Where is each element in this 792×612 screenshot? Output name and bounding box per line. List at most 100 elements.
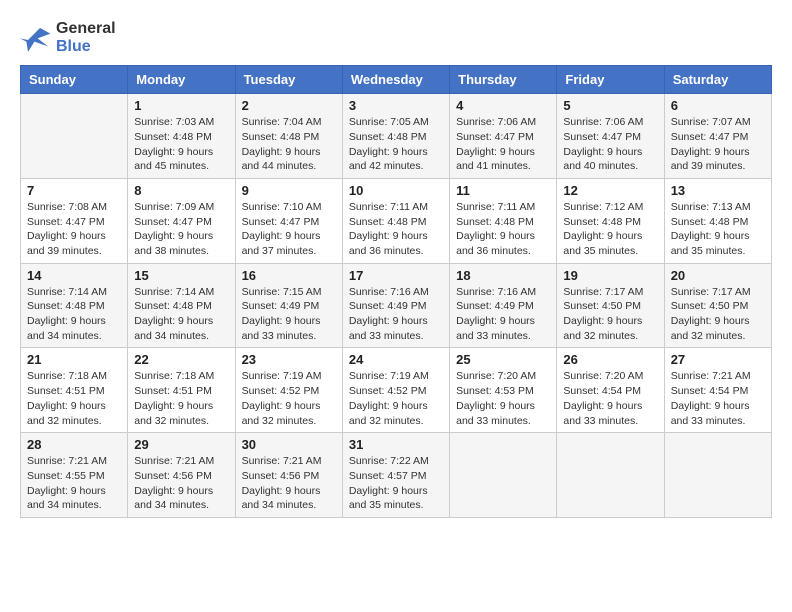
day-number: 12 (563, 183, 657, 198)
column-header-thursday: Thursday (450, 66, 557, 94)
calendar-cell (21, 94, 128, 179)
day-info: Sunrise: 7:15 AM Sunset: 4:49 PM Dayligh… (242, 285, 336, 344)
day-info: Sunrise: 7:16 AM Sunset: 4:49 PM Dayligh… (456, 285, 550, 344)
logo: General Blue (20, 20, 116, 55)
day-info: Sunrise: 7:03 AM Sunset: 4:48 PM Dayligh… (134, 115, 228, 174)
day-number: 11 (456, 183, 550, 198)
day-number: 15 (134, 268, 228, 283)
day-number: 3 (349, 98, 443, 113)
day-info: Sunrise: 7:14 AM Sunset: 4:48 PM Dayligh… (134, 285, 228, 344)
day-info: Sunrise: 7:11 AM Sunset: 4:48 PM Dayligh… (456, 200, 550, 259)
calendar-cell: 10 Sunrise: 7:11 AM Sunset: 4:48 PM Dayli… (342, 178, 449, 263)
day-info: Sunrise: 7:07 AM Sunset: 4:47 PM Dayligh… (671, 115, 765, 174)
logo-text: General Blue (56, 20, 116, 55)
day-info: Sunrise: 7:19 AM Sunset: 4:52 PM Dayligh… (242, 369, 336, 428)
column-header-monday: Monday (128, 66, 235, 94)
day-number: 29 (134, 437, 228, 452)
day-number: 9 (242, 183, 336, 198)
calendar-table: SundayMondayTuesdayWednesdayThursdayFrid… (20, 65, 772, 518)
day-info: Sunrise: 7:14 AM Sunset: 4:48 PM Dayligh… (27, 285, 121, 344)
day-number: 26 (563, 352, 657, 367)
week-row-2: 7Sunrise: 7:08 AM Sunset: 4:47 PM Daylig… (21, 178, 772, 263)
day-info: Sunrise: 7:21 AM Sunset: 4:55 PM Dayligh… (27, 454, 121, 513)
calendar-cell: 26 Sunrise: 7:20 AM Sunset: 4:54 PM Dayli… (557, 348, 664, 433)
day-info: Sunrise: 7:16 AM Sunset: 4:49 PM Dayligh… (349, 285, 443, 344)
logo-icon (20, 24, 52, 52)
calendar-cell: 27 Sunrise: 7:21 AM Sunset: 4:54 PM Dayli… (664, 348, 771, 433)
day-number: 10 (349, 183, 443, 198)
day-info: Sunrise: 7:21 AM Sunset: 4:56 PM Dayligh… (134, 454, 228, 513)
day-number: 16 (242, 268, 336, 283)
week-row-3: 14 Sunrise: 7:14 AM Sunset: 4:48 PM Dayli… (21, 263, 772, 348)
week-row-5: 28 Sunrise: 7:21 AM Sunset: 4:55 PM Dayli… (21, 433, 772, 518)
day-number: 30 (242, 437, 336, 452)
day-info: Sunrise: 7:20 AM Sunset: 4:54 PM Dayligh… (563, 369, 657, 428)
page-header: General Blue (20, 20, 772, 55)
calendar-cell: 1 Sunrise: 7:03 AM Sunset: 4:48 PM Daylig… (128, 94, 235, 179)
day-info: Sunrise: 7:19 AM Sunset: 4:52 PM Dayligh… (349, 369, 443, 428)
day-number: 14 (27, 268, 121, 283)
day-number: 31 (349, 437, 443, 452)
day-info: Sunrise: 7:17 AM Sunset: 4:50 PM Dayligh… (671, 285, 765, 344)
calendar-cell (450, 433, 557, 518)
calendar-cell: 5Sunrise: 7:06 AM Sunset: 4:47 PM Daylig… (557, 94, 664, 179)
calendar-cell: 3 Sunrise: 7:05 AM Sunset: 4:48 PM Daylig… (342, 94, 449, 179)
column-header-sunday: Sunday (21, 66, 128, 94)
calendar-cell: 31Sunrise: 7:22 AM Sunset: 4:57 PM Dayli… (342, 433, 449, 518)
calendar-cell: 15 Sunrise: 7:14 AM Sunset: 4:48 PM Dayli… (128, 263, 235, 348)
calendar-cell: 23 Sunrise: 7:19 AM Sunset: 4:52 PM Dayli… (235, 348, 342, 433)
calendar-cell: 25 Sunrise: 7:20 AM Sunset: 4:53 PM Dayli… (450, 348, 557, 433)
calendar-cell: 16 Sunrise: 7:15 AM Sunset: 4:49 PM Dayli… (235, 263, 342, 348)
day-number: 27 (671, 352, 765, 367)
calendar-cell: 19 Sunrise: 7:17 AM Sunset: 4:50 PM Dayli… (557, 263, 664, 348)
day-info: Sunrise: 7:20 AM Sunset: 4:53 PM Dayligh… (456, 369, 550, 428)
day-number: 1 (134, 98, 228, 113)
day-info: Sunrise: 7:06 AM Sunset: 4:47 PM Dayligh… (456, 115, 550, 174)
calendar-cell: 22 Sunrise: 7:18 AM Sunset: 4:51 PM Dayli… (128, 348, 235, 433)
day-info: Sunrise: 7:11 AM Sunset: 4:48 PM Dayligh… (349, 200, 443, 259)
day-info: Sunrise: 7:17 AM Sunset: 4:50 PM Dayligh… (563, 285, 657, 344)
day-info: Sunrise: 7:21 AM Sunset: 4:54 PM Dayligh… (671, 369, 765, 428)
calendar-cell: 6Sunrise: 7:07 AM Sunset: 4:47 PM Daylig… (664, 94, 771, 179)
calendar-cell: 8Sunrise: 7:09 AM Sunset: 4:47 PM Daylig… (128, 178, 235, 263)
day-number: 28 (27, 437, 121, 452)
calendar-cell: 12 Sunrise: 7:12 AM Sunset: 4:48 PM Dayli… (557, 178, 664, 263)
day-info: Sunrise: 7:04 AM Sunset: 4:48 PM Dayligh… (242, 115, 336, 174)
day-info: Sunrise: 7:12 AM Sunset: 4:48 PM Dayligh… (563, 200, 657, 259)
calendar-cell: 21 Sunrise: 7:18 AM Sunset: 4:51 PM Dayli… (21, 348, 128, 433)
day-info: Sunrise: 7:18 AM Sunset: 4:51 PM Dayligh… (134, 369, 228, 428)
day-number: 25 (456, 352, 550, 367)
calendar-cell: 17 Sunrise: 7:16 AM Sunset: 4:49 PM Dayli… (342, 263, 449, 348)
day-info: Sunrise: 7:10 AM Sunset: 4:47 PM Dayligh… (242, 200, 336, 259)
calendar-cell (557, 433, 664, 518)
column-header-saturday: Saturday (664, 66, 771, 94)
column-header-wednesday: Wednesday (342, 66, 449, 94)
day-number: 2 (242, 98, 336, 113)
column-header-tuesday: Tuesday (235, 66, 342, 94)
day-info: Sunrise: 7:09 AM Sunset: 4:47 PM Dayligh… (134, 200, 228, 259)
day-info: Sunrise: 7:08 AM Sunset: 4:47 PM Dayligh… (27, 200, 121, 259)
day-number: 17 (349, 268, 443, 283)
calendar-cell: 2 Sunrise: 7:04 AM Sunset: 4:48 PM Daylig… (235, 94, 342, 179)
day-number: 19 (563, 268, 657, 283)
day-info: Sunrise: 7:18 AM Sunset: 4:51 PM Dayligh… (27, 369, 121, 428)
day-number: 22 (134, 352, 228, 367)
day-number: 24 (349, 352, 443, 367)
calendar-cell: 20Sunrise: 7:17 AM Sunset: 4:50 PM Dayli… (664, 263, 771, 348)
day-info: Sunrise: 7:06 AM Sunset: 4:47 PM Dayligh… (563, 115, 657, 174)
calendar-cell: 18 Sunrise: 7:16 AM Sunset: 4:49 PM Dayli… (450, 263, 557, 348)
day-number: 21 (27, 352, 121, 367)
week-row-4: 21 Sunrise: 7:18 AM Sunset: 4:51 PM Dayli… (21, 348, 772, 433)
calendar-cell (664, 433, 771, 518)
day-number: 13 (671, 183, 765, 198)
column-header-friday: Friday (557, 66, 664, 94)
week-row-1: 1 Sunrise: 7:03 AM Sunset: 4:48 PM Daylig… (21, 94, 772, 179)
calendar-cell: 7Sunrise: 7:08 AM Sunset: 4:47 PM Daylig… (21, 178, 128, 263)
day-number: 18 (456, 268, 550, 283)
day-info: Sunrise: 7:21 AM Sunset: 4:56 PM Dayligh… (242, 454, 336, 513)
day-info: Sunrise: 7:05 AM Sunset: 4:48 PM Dayligh… (349, 115, 443, 174)
calendar-cell: 24 Sunrise: 7:19 AM Sunset: 4:52 PM Dayli… (342, 348, 449, 433)
calendar-cell: 14 Sunrise: 7:14 AM Sunset: 4:48 PM Dayli… (21, 263, 128, 348)
day-number: 23 (242, 352, 336, 367)
calendar-cell: 4Sunrise: 7:06 AM Sunset: 4:47 PM Daylig… (450, 94, 557, 179)
